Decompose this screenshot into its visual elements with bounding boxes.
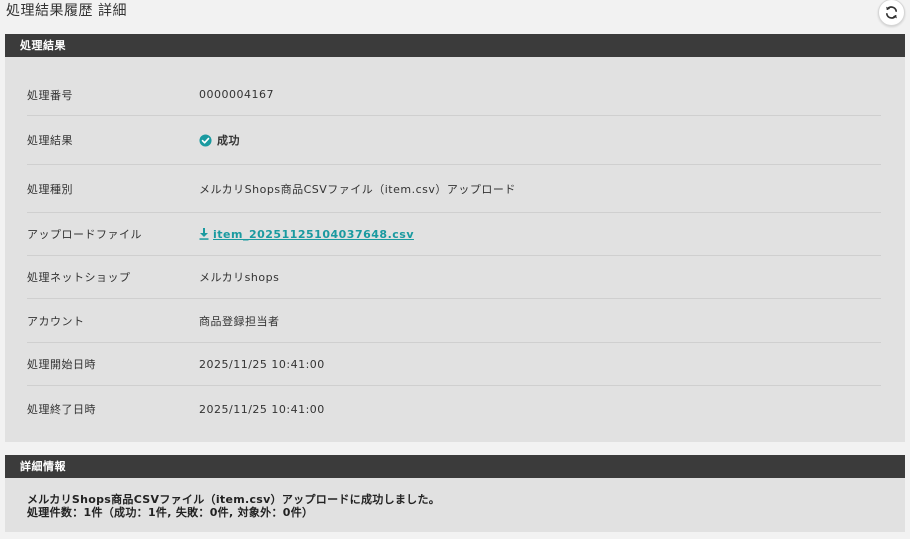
detail-section: 詳細情報 メルカリShops商品CSVファイル（item.csv）アップロードに… (5, 455, 905, 532)
refresh-icon (885, 6, 898, 19)
net-shop-value: メルカリshops (199, 271, 280, 284)
check-circle-icon (199, 133, 212, 147)
result-section-header: 処理結果 (5, 34, 905, 57)
upload-file-name: item_20251125104037648.csv (213, 227, 414, 241)
process-number-value: 0000004167 (199, 88, 274, 101)
detail-section-header: 詳細情報 (5, 455, 905, 478)
result-section: 処理結果 処理番号 0000004167 処理結果 成功 処理種別 メルカリSh (5, 34, 905, 442)
process-type-value: メルカリShops商品CSVファイル（item.csv）アップロード (199, 182, 516, 196)
process-result-value: 成功 (199, 132, 240, 148)
download-icon (199, 228, 209, 240)
result-table: 処理番号 0000004167 処理結果 成功 処理種別 メルカリShops商品… (27, 74, 881, 432)
account-value: 商品登録担当者 (199, 314, 280, 328)
row-label: 処理ネットショップ (27, 271, 131, 284)
start-time-value: 2025/11/25 10:41:00 (199, 357, 325, 371)
row-label: 処理結果 (27, 134, 73, 147)
detail-message: メルカリShops商品CSVファイル（item.csv）アップロードに成功しまし… (5, 478, 905, 519)
row-process-result: 処理結果 成功 (27, 116, 881, 165)
row-account: アカウント 商品登録担当者 (27, 299, 881, 343)
end-time-value: 2025/11/25 10:41:00 (199, 402, 325, 416)
upload-file-value: item_20251125104037648.csv (199, 228, 414, 241)
row-label: 処理終了日時 (27, 403, 96, 416)
page: 処理結果履歴 詳細 処理結果 処理番号 0000004167 処理結果 成功 処… (0, 0, 910, 539)
row-label: アカウント (27, 314, 85, 328)
detail-line-2: 処理件数：1件（成功：1件, 失敗：0件, 対象外：0件） (27, 506, 314, 519)
row-start-time: 処理開始日時 2025/11/25 10:41:00 (27, 343, 881, 386)
detail-line-1: メルカリShops商品CSVファイル（item.csv）アップロードに成功しまし… (27, 493, 441, 506)
row-net-shop: 処理ネットショップ メルカリshops (27, 256, 881, 299)
row-label: 処理開始日時 (27, 358, 96, 371)
refresh-button[interactable] (878, 0, 905, 26)
row-label: 処理番号 (27, 88, 73, 102)
row-label: アップロードファイル (27, 228, 142, 241)
upload-file-link[interactable]: item_20251125104037648.csv (199, 228, 414, 241)
row-process-type: 処理種別 メルカリShops商品CSVファイル（item.csv）アップロード (27, 165, 881, 213)
row-end-time: 処理終了日時 2025/11/25 10:41:00 (27, 386, 881, 432)
row-upload-file: アップロードファイル item_20251125104037648.csv (27, 213, 881, 256)
row-label: 処理種別 (27, 182, 73, 196)
page-title: 処理結果履歴 詳細 (6, 3, 127, 19)
status-text: 成功 (217, 134, 240, 147)
row-process-number: 処理番号 0000004167 (27, 74, 881, 116)
